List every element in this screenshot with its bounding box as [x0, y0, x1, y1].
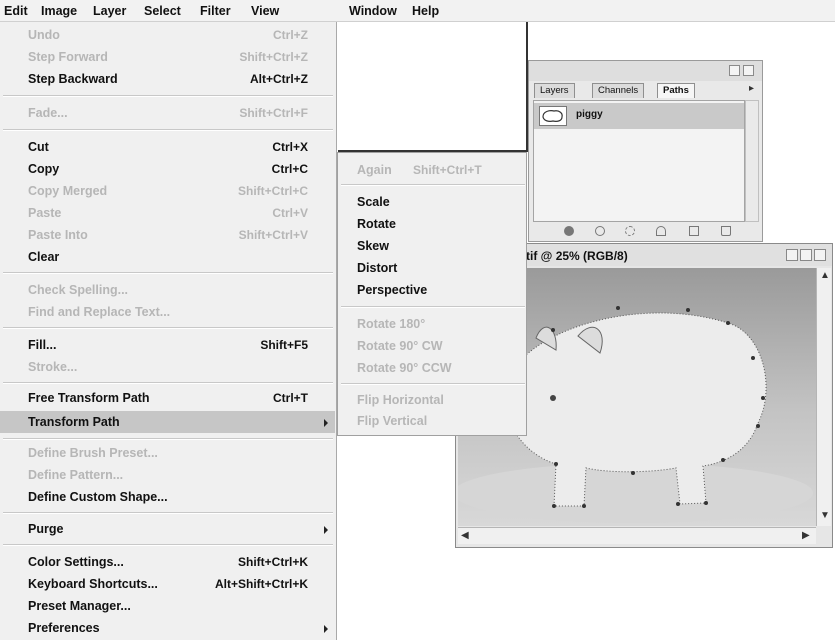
menu-item-transform-path[interactable]: Transform Path — [0, 411, 335, 433]
menu-select[interactable]: Select — [144, 4, 181, 18]
menu-separator — [3, 272, 333, 274]
menu-item-copy[interactable]: Copy Ctrl+C — [0, 158, 335, 180]
submenu-arrow-icon — [324, 419, 328, 427]
menu-separator — [341, 306, 525, 308]
menu-separator — [3, 438, 333, 440]
menu-separator — [3, 544, 333, 546]
menu-item-preferences[interactable]: Preferences — [0, 617, 335, 639]
scroll-up-icon[interactable]: ▲ — [820, 270, 830, 281]
transform-path-submenu: Again Shift+Ctrl+T Scale Rotate Skew Dist… — [337, 152, 527, 436]
panel-footer — [529, 222, 762, 242]
menu-item-keyboard-shortcuts[interactable]: Keyboard Shortcuts... Alt+Shift+Ctrl+K — [0, 573, 335, 595]
menu-item-check-spelling[interactable]: Check Spelling... — [0, 279, 335, 301]
menu-item-fill[interactable]: Fill... Shift+F5 — [0, 334, 335, 356]
submenu-item-flip-horizontal[interactable]: Flip Horizontal — [338, 389, 526, 411]
close-icon[interactable] — [743, 65, 754, 76]
menu-view[interactable]: View — [251, 4, 279, 18]
scroll-left-icon[interactable]: ◀ — [461, 530, 469, 541]
menu-item-stroke[interactable]: Stroke... — [0, 356, 335, 378]
minimize-icon[interactable] — [786, 249, 798, 261]
menu-item-step-forward[interactable]: Step Forward Shift+Ctrl+Z — [0, 46, 335, 68]
menu-separator — [3, 512, 333, 514]
panel-titlebar — [529, 61, 762, 81]
submenu-item-rotate-180[interactable]: Rotate 180° — [338, 313, 526, 335]
tab-paths[interactable]: Paths — [657, 83, 695, 98]
menu-item-define-brush-preset[interactable]: Define Brush Preset... — [0, 442, 335, 464]
submenu-item-perspective[interactable]: Perspective — [338, 279, 526, 301]
submenu-item-flip-vertical[interactable]: Flip Vertical — [338, 410, 526, 432]
close-icon[interactable] — [814, 249, 826, 261]
submenu-item-again[interactable]: Again Shift+Ctrl+T — [338, 159, 526, 181]
submenu-item-skew[interactable]: Skew — [338, 235, 526, 257]
trash-icon[interactable] — [721, 226, 731, 236]
menu-item-cut[interactable]: Cut Ctrl+X — [0, 136, 335, 158]
tab-layers[interactable]: Layers — [534, 83, 575, 98]
menu-separator — [341, 184, 525, 186]
menu-filter[interactable]: Filter — [200, 4, 231, 18]
menu-item-purge[interactable]: Purge — [0, 518, 335, 540]
edit-menu: Undo Ctrl+Z Step Forward Shift+Ctrl+Z Step… — [0, 22, 337, 640]
submenu-arrow-icon — [324, 625, 328, 633]
submenu-item-distort[interactable]: Distort — [338, 257, 526, 279]
blank-canvas-area — [338, 22, 528, 152]
paths-list: piggy — [533, 100, 745, 222]
panel-menu-icon[interactable]: ▸ — [749, 83, 754, 94]
horizontal-scrollbar[interactable]: ◀ ▶ — [458, 527, 816, 544]
menu-separator — [3, 129, 333, 131]
new-path-icon[interactable] — [689, 226, 699, 236]
path-row-piggy[interactable]: piggy — [534, 103, 744, 129]
submenu-item-rotate-90-ccw[interactable]: Rotate 90° CCW — [338, 357, 526, 379]
menu-item-free-transform-path[interactable]: Free Transform Path Ctrl+T — [0, 387, 335, 409]
menu-item-define-pattern[interactable]: Define Pattern... — [0, 464, 335, 486]
menu-window[interactable]: Window — [349, 4, 397, 18]
document-title: tif @ 25% (RGB/8) — [526, 249, 628, 263]
menu-item-paste[interactable]: Paste Ctrl+V — [0, 202, 335, 224]
menu-separator — [341, 383, 525, 385]
menu-item-clear[interactable]: Clear — [0, 246, 335, 268]
menu-item-undo[interactable]: Undo Ctrl+Z — [0, 24, 335, 46]
menu-item-color-settings[interactable]: Color Settings... Shift+Ctrl+K — [0, 551, 335, 573]
submenu-item-rotate-90-cw[interactable]: Rotate 90° CW — [338, 335, 526, 357]
maximize-icon[interactable] — [800, 249, 812, 261]
menu-item-define-custom-shape[interactable]: Define Custom Shape... — [0, 486, 335, 508]
menu-item-fade[interactable]: Fade... Shift+Ctrl+F — [0, 102, 335, 124]
submenu-item-scale[interactable]: Scale — [338, 191, 526, 213]
menu-separator — [3, 382, 333, 384]
panel-scrollbar[interactable] — [745, 100, 759, 222]
vertical-scrollbar[interactable]: ▲ ▼ — [816, 268, 831, 526]
menu-separator — [3, 327, 333, 329]
path-name: piggy — [576, 109, 603, 120]
scroll-down-icon[interactable]: ▼ — [820, 510, 830, 521]
menu-image[interactable]: Image — [41, 4, 77, 18]
submenu-item-rotate[interactable]: Rotate — [338, 213, 526, 235]
fill-path-icon[interactable] — [564, 226, 574, 236]
menu-item-paste-into[interactable]: Paste Into Shift+Ctrl+V — [0, 224, 335, 246]
tab-channels[interactable]: Channels — [592, 83, 645, 98]
menu-item-copy-merged[interactable]: Copy Merged Shift+Ctrl+C — [0, 180, 335, 202]
menu-item-preset-manager[interactable]: Preset Manager... — [0, 595, 335, 617]
make-work-path-icon[interactable] — [656, 226, 666, 236]
menu-separator — [3, 95, 333, 97]
path-thumbnail — [539, 106, 567, 126]
scroll-right-icon[interactable]: ▶ — [802, 530, 810, 541]
menu-edit[interactable]: Edit — [4, 4, 28, 18]
minimize-icon[interactable] — [729, 65, 740, 76]
menu-bar: Edit Image Layer Select Filter View Wind… — [0, 0, 835, 22]
menu-layer[interactable]: Layer — [93, 4, 126, 18]
paths-panel: Layers Channels Paths ▸ piggy — [528, 60, 763, 242]
load-selection-icon[interactable] — [625, 226, 635, 236]
menu-help[interactable]: Help — [412, 4, 439, 18]
submenu-arrow-icon — [324, 526, 328, 534]
menu-item-step-backward[interactable]: Step Backward Alt+Ctrl+Z — [0, 68, 335, 90]
stroke-path-icon[interactable] — [595, 226, 605, 236]
menu-item-find-replace[interactable]: Find and Replace Text... — [0, 301, 335, 323]
